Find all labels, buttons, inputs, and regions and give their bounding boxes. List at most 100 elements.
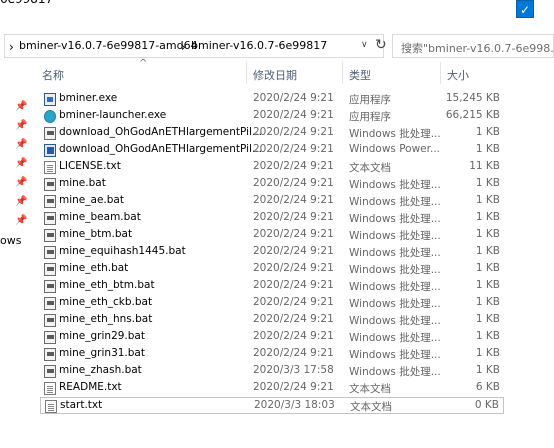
file-name: mine_eth_ckb.bat: [59, 296, 153, 308]
address-bar[interactable]: › bminer-v16.0.7-6e99817-amd64 › bminer-…: [4, 34, 387, 58]
file-size: 1 KB: [475, 177, 500, 189]
file-name: mine_eth.bat: [59, 262, 129, 274]
file-row[interactable]: LICENSE.txt 2020/2/24 9:21 文本文档 11 KB: [40, 159, 504, 176]
column-header-name[interactable]: 名称: [42, 67, 64, 83]
file-row[interactable]: mine_eth_btm.bat 2020/2/24 9:21 Windows …: [40, 278, 504, 295]
bat-icon: [44, 314, 56, 327]
file-type: Windows 批处理...: [349, 315, 441, 327]
file-date: 2020/2/24 9:21: [253, 109, 334, 121]
refresh-icon[interactable]: ↻: [375, 37, 387, 53]
file-date: 2020/2/24 9:21: [253, 211, 334, 223]
chevron-right-icon[interactable]: ›: [181, 40, 186, 54]
pin-icon: 📌: [15, 101, 28, 112]
file-size: 1 KB: [475, 143, 500, 155]
file-size: 1 KB: [475, 126, 500, 138]
bat-icon: [44, 263, 56, 276]
pin-icon: 📌: [15, 215, 28, 226]
window-title: 6e99817: [0, 0, 53, 6]
file-row-selected[interactable]: start.txt 2020/3/3 18:03 文本文档 0 KB: [40, 397, 504, 414]
column-divider[interactable]: [246, 62, 247, 84]
file-name: bminer-launcher.exe: [59, 109, 167, 121]
bat-icon: [44, 331, 56, 344]
file-row[interactable]: mine_ae.bat 2020/2/24 9:21 Windows 批处理..…: [40, 193, 504, 210]
search-input[interactable]: 搜索"bminer-v16.0.7-6e998...: [392, 34, 554, 58]
column-divider[interactable]: [440, 62, 441, 84]
search-placeholder: 搜索"bminer-v16.0.7-6e998...: [401, 42, 554, 55]
file-date: 2020/2/24 9:21: [253, 313, 334, 325]
file-type: Windows 批处理...: [349, 298, 441, 310]
file-type: Windows 批处理...: [349, 247, 441, 259]
file-name: bminer.exe: [59, 92, 118, 104]
file-type: Windows 批处理...: [349, 281, 441, 293]
bat-icon: [44, 212, 56, 225]
txt-icon: [45, 400, 57, 413]
column-header-size[interactable]: 大小: [447, 67, 469, 83]
txt-icon: [44, 161, 56, 174]
file-type: Windows 批处理...: [349, 128, 441, 140]
column-header-type[interactable]: 类型: [349, 67, 371, 83]
file-type: Windows 批处理...: [349, 230, 441, 242]
breadcrumb-bminer[interactable]: bminer-v16.0.7-6e99817: [191, 39, 327, 52]
file-row[interactable]: mine_grin31.bat 2020/2/24 9:21 Windows 批…: [40, 346, 504, 363]
file-row[interactable]: mine_beam.bat 2020/2/24 9:21 Windows 批处理…: [40, 210, 504, 227]
file-size: 1 KB: [475, 279, 500, 291]
file-row[interactable]: mine_equihash1445.bat 2020/2/24 9:21 Win…: [40, 244, 504, 261]
file-type: Windows Power...: [349, 143, 441, 155]
pin-icon: 📌: [15, 158, 28, 169]
file-name: mine_ae.bat: [59, 194, 124, 206]
breadcrumb-amd64[interactable]: bminer-v16.0.7-6e99817-amd64: [19, 39, 198, 52]
file-row[interactable]: download_OhGodAnETHlargementPil... 2020/…: [40, 125, 504, 142]
file-name: mine.bat: [59, 177, 106, 189]
bat-icon: [44, 348, 56, 361]
file-row[interactable]: mine_eth_hns.bat 2020/2/24 9:21 Windows …: [40, 312, 504, 329]
file-date: 2020/2/24 9:21: [253, 92, 334, 104]
file-date: 2020/2/24 9:21: [253, 143, 334, 155]
file-name: mine_eth_hns.bat: [59, 313, 153, 325]
file-name: download_OhGodAnETHlargementPil...: [59, 143, 262, 155]
nav-item-fragment[interactable]: ows: [0, 234, 21, 247]
file-type: 应用程序: [349, 111, 391, 123]
file-size: 1 KB: [475, 245, 500, 257]
file-row[interactable]: bminer.exe 2020/2/24 9:21 应用程序 15,245 KB: [40, 91, 504, 108]
file-row[interactable]: mine_grin29.bat 2020/2/24 9:21 Windows 批…: [40, 329, 504, 346]
column-header-date[interactable]: 修改日期: [253, 67, 297, 83]
file-type: 应用程序: [349, 94, 391, 106]
chevron-right-icon[interactable]: ›: [9, 40, 14, 54]
pin-icon: 📌: [15, 177, 28, 188]
file-type: Windows 批处理...: [349, 196, 441, 208]
column-divider[interactable]: [342, 62, 343, 84]
file-type: Windows 批处理...: [349, 179, 441, 191]
file-size: 11 KB: [469, 160, 500, 172]
file-name: mine_btm.bat: [59, 228, 133, 240]
file-row[interactable]: mine_zhash.bat 2020/3/3 17:58 Windows 批处…: [40, 363, 504, 380]
pin-icon: 📌: [15, 196, 28, 207]
bat-icon: [44, 127, 56, 140]
file-row[interactable]: download_OhGodAnETHlargementPil... 2020/…: [40, 142, 504, 159]
file-size: 1 KB: [475, 228, 500, 240]
file-size: 1 KB: [475, 330, 500, 342]
file-row[interactable]: mine_btm.bat 2020/2/24 9:21 Windows 批处理.…: [40, 227, 504, 244]
file-name: mine_grin29.bat: [59, 330, 145, 342]
file-name: download_OhGodAnETHlargementPil...: [59, 126, 262, 138]
file-name: mine_zhash.bat: [59, 364, 142, 376]
sort-arrow-icon: ^: [139, 58, 148, 69]
file-type: Windows 批处理...: [349, 366, 441, 378]
file-date: 2020/2/24 9:21: [253, 296, 334, 308]
file-date: 2020/2/24 9:21: [253, 160, 334, 172]
launcher-icon: [44, 110, 56, 123]
file-row[interactable]: mine_eth_ckb.bat 2020/2/24 9:21 Windows …: [40, 295, 504, 312]
file-size: 1 KB: [475, 313, 500, 325]
chevron-down-icon[interactable]: ∨: [361, 40, 368, 50]
file-name: mine_eth_btm.bat: [59, 279, 155, 291]
file-row[interactable]: mine.bat 2020/2/24 9:21 Windows 批处理... 1…: [40, 176, 504, 193]
file-row[interactable]: mine_eth.bat 2020/2/24 9:21 Windows 批处理.…: [40, 261, 504, 278]
file-row[interactable]: README.txt 2020/2/24 9:21 文本文档 6 KB: [40, 380, 504, 397]
file-date: 2020/2/24 9:21: [253, 194, 334, 206]
file-date: 2020/2/24 9:21: [253, 262, 334, 274]
bat-icon: [44, 195, 56, 208]
file-size: 1 KB: [475, 364, 500, 376]
checkbox-icon[interactable]: ✓: [516, 0, 534, 18]
file-size: 66,215 KB: [445, 109, 500, 121]
file-size: 6 KB: [475, 381, 500, 393]
file-row[interactable]: bminer-launcher.exe 2020/2/24 9:21 应用程序 …: [40, 108, 504, 125]
